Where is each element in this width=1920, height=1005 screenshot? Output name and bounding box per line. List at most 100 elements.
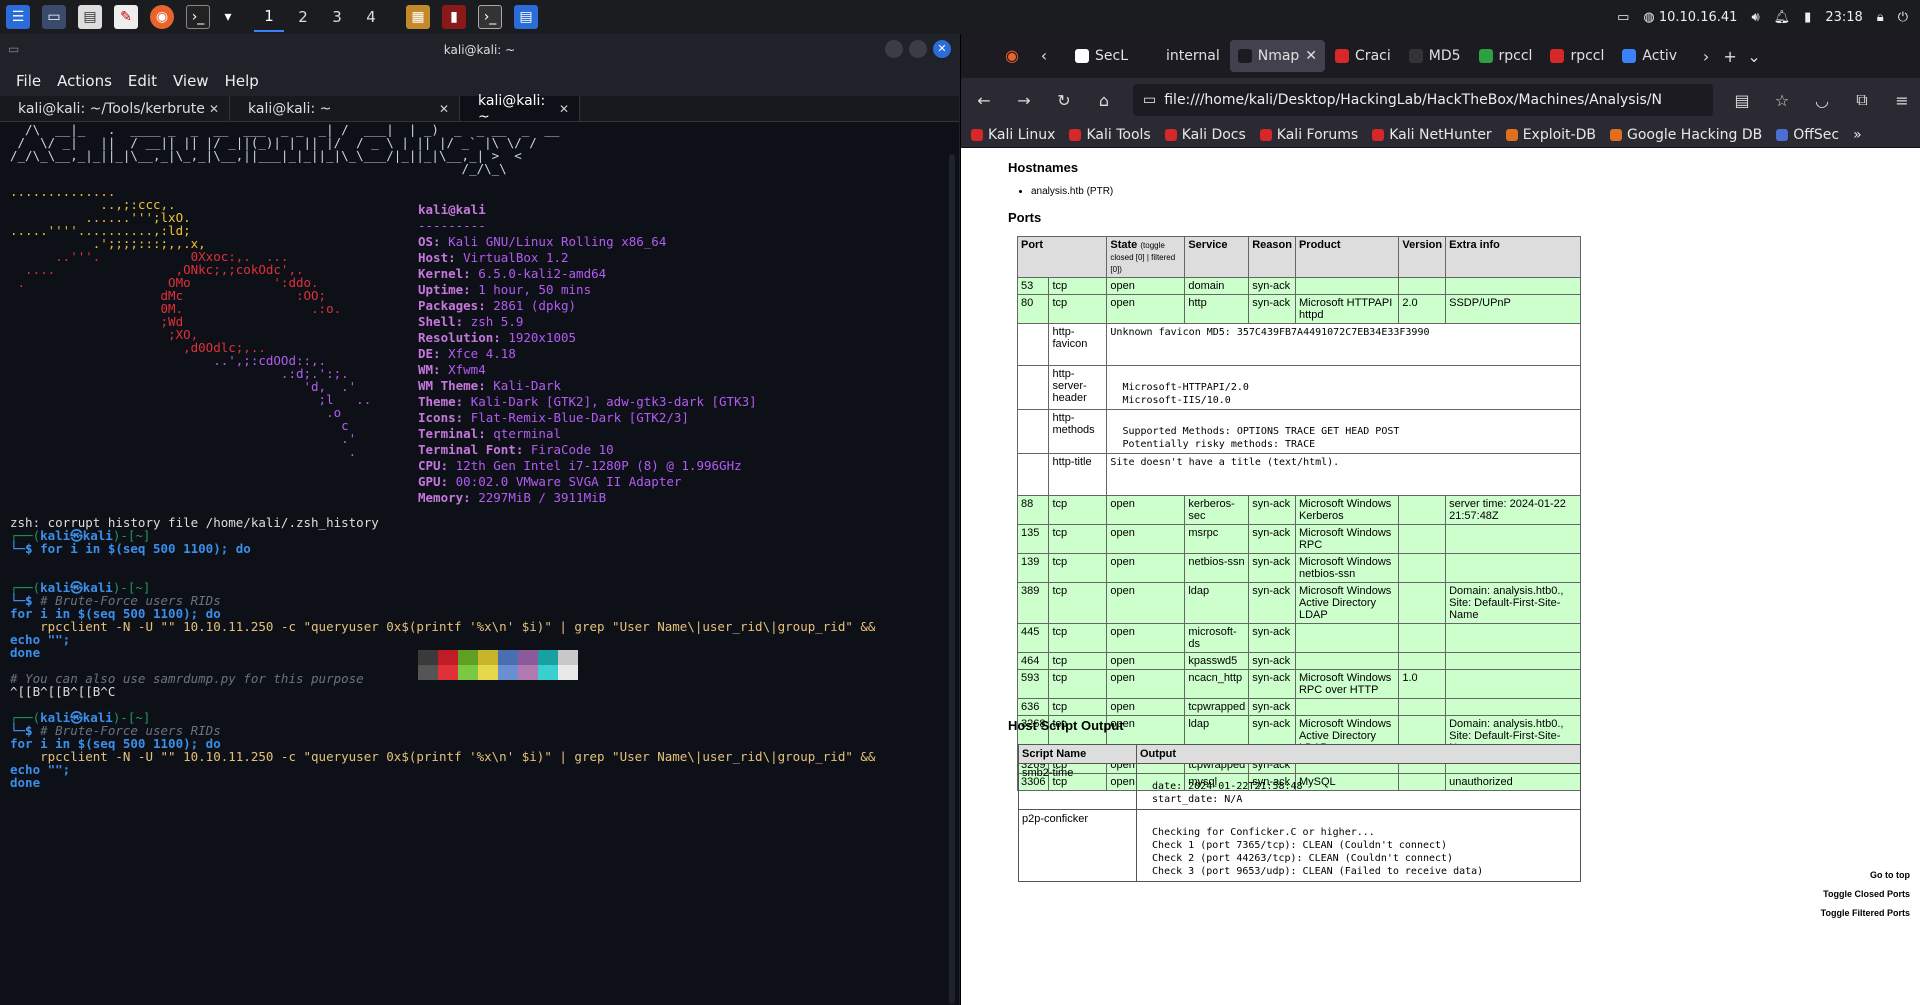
side-link[interactable]: Go to top — [1870, 870, 1910, 880]
bookmark-item[interactable]: Google Hacking DB — [1609, 127, 1762, 143]
firefox-launcher-icon[interactable]: ◉ — [150, 5, 174, 29]
neofetch-key: Packages: — [418, 298, 494, 313]
hamburger-menu-icon[interactable]: ≡ — [1891, 91, 1913, 110]
bookmark-favicon-icon — [1259, 128, 1272, 141]
neofetch-row: CPU: 12th Gen Intel i7-1280P (8) @ 1.996… — [418, 458, 742, 474]
chevron-down-icon[interactable]: ▾ — [222, 5, 234, 29]
workspace-2[interactable]: 2 — [288, 2, 318, 32]
browser-tab[interactable]: internal — [1138, 40, 1228, 72]
bookmark-item[interactable]: Kali Tools — [1069, 127, 1151, 143]
terminal-launcher-icon[interactable]: ›_ — [186, 5, 210, 29]
rpcclient-line: rpcclient -N -U "" 10.10.11.250 -c "quer… — [10, 619, 876, 634]
taskbar-app-icon[interactable]: ▦ — [406, 5, 430, 29]
table-header-row: Port State (toggle closed [0] | filtered … — [1016, 236, 1581, 278]
power-icon[interactable]: ⏻ — [1898, 10, 1908, 25]
terminal-tab[interactable]: kali@kali: ~ ✕ — [460, 93, 580, 125]
minimize-button[interactable] — [885, 40, 903, 58]
bookmark-item[interactable]: Kali NetHunter — [1372, 127, 1492, 143]
palette-swatch — [438, 650, 458, 680]
browser-tab[interactable]: SecL — [1067, 40, 1136, 72]
terminal-output[interactable]: /\ __|_ . ____ _ _ __ ___ _ _ _| / ___| … — [0, 122, 955, 1005]
side-link[interactable]: Toggle Closed Ports — [1823, 889, 1910, 899]
extensions-icon[interactable]: ⧉ — [1851, 90, 1873, 110]
bookmark-star-icon[interactable]: ☆ — [1771, 91, 1793, 110]
browser-tab[interactable]: MD5 — [1401, 40, 1469, 72]
terminal-tab[interactable]: kali@kali: ~ ✕ — [230, 96, 460, 121]
tab-close-icon[interactable]: ✕ — [1305, 48, 1317, 64]
cell-service: http — [1184, 294, 1250, 324]
neofetch-key: CPU: — [418, 458, 456, 473]
terminal-scrollbar[interactable] — [949, 154, 955, 1004]
tab-favicon-icon — [1408, 49, 1423, 63]
terminal-tab[interactable]: kali@kali: ~/Tools/kerbrute ✕ — [0, 96, 230, 121]
bookmarks-overflow-icon[interactable]: » — [1853, 127, 1862, 143]
browser-tab-label: internal — [1166, 48, 1220, 64]
volume-icon[interactable]: 🔊︎ — [1751, 10, 1759, 25]
back-icon[interactable]: ← — [973, 91, 995, 110]
tab-close-icon[interactable]: ✕ — [559, 102, 569, 116]
terminal-titlebar[interactable]: ▭ kali@kali: ~ ✕ — [0, 34, 959, 66]
new-tab-icon[interactable]: + — [1719, 47, 1741, 66]
bookmark-item[interactable]: Kali Docs — [1164, 127, 1246, 143]
bookmark-label: Exploit-DB — [1522, 126, 1596, 143]
page-info-icon[interactable]: ▭ — [1143, 92, 1156, 108]
bookmark-item[interactable]: Exploit-DB — [1505, 126, 1596, 143]
neofetch-value: 6.5.0-kali2-amd64 — [478, 266, 607, 281]
kali-menu-icon[interactable]: ☰ — [6, 5, 30, 29]
nmap-report[interactable]: Hostnames analysis.htb (PTR) Ports PortS… — [961, 148, 1920, 1005]
workspace-4[interactable]: 4 — [356, 2, 386, 32]
monitor-icon[interactable]: ▭ — [1617, 10, 1629, 25]
table-row: 88 tcp open kerberos-sec syn-ack Microsoft Wi… — [1016, 495, 1581, 525]
browser-tab[interactable]: rpccl — [1471, 40, 1541, 72]
forward-icon[interactable]: → — [1013, 91, 1035, 110]
menu-file[interactable]: File — [10, 72, 47, 90]
menu-actions[interactable]: Actions — [51, 72, 118, 90]
reload-icon[interactable]: ↻ — [1053, 91, 1075, 110]
taskbar-pdf-icon[interactable]: ▮ — [442, 5, 466, 29]
workspace-1[interactable]: 1 — [254, 2, 284, 32]
taskbar-terminal-icon[interactable]: ›_ — [478, 5, 502, 29]
notification-bell-icon[interactable]: 🔔︎ — [1774, 10, 1791, 25]
workspace-3[interactable]: 3 — [322, 2, 352, 32]
browser-tab[interactable]: Craci — [1327, 40, 1399, 72]
home-icon[interactable]: ⌂ — [1093, 91, 1115, 110]
url-bar[interactable]: ▭ file:///home/kali/Desktop/HackingLab/H… — [1133, 84, 1713, 116]
bookmark-item[interactable]: Kali Forums — [1259, 127, 1358, 143]
battery-icon[interactable]: ▮ — [1804, 10, 1811, 25]
neofetch-user-host: kali@kali — [418, 202, 486, 217]
palette-swatch — [458, 650, 478, 680]
reader-view-icon[interactable]: ▤ — [1731, 91, 1753, 110]
bookmark-item[interactable]: Kali Linux — [971, 127, 1055, 143]
file-manager-icon[interactable]: ▤ — [78, 5, 102, 29]
terminal-menubar: File Actions Edit View Help — [0, 66, 959, 96]
browser-tab[interactable]: rpccl — [1542, 40, 1612, 72]
network-icon[interactable]: ◍ 10.10.16.41 — [1643, 10, 1737, 25]
close-button[interactable]: ✕ — [933, 40, 951, 58]
clock[interactable]: 23:18 — [1825, 10, 1862, 25]
menu-view[interactable]: View — [167, 72, 215, 90]
menu-help[interactable]: Help — [219, 72, 265, 90]
maximize-button[interactable] — [909, 40, 927, 58]
tab-close-icon[interactable]: ✕ — [439, 102, 449, 116]
firefox-view-icon[interactable]: ◉ — [1001, 46, 1023, 65]
side-link[interactable]: Toggle Filtered Ports — [1821, 908, 1910, 918]
browser-tab[interactable]: Nmap ✕ — [1229, 40, 1326, 72]
tab-scroll-right-icon[interactable]: › — [1695, 47, 1717, 66]
pocket-icon[interactable]: ◡ — [1811, 91, 1833, 110]
text-editor-icon[interactable]: ✎ — [114, 5, 138, 29]
neofetch-value: Xfce 4.18 — [448, 346, 516, 361]
browser-tab[interactable]: Activ — [1614, 40, 1685, 72]
cell-service: ncacn_http — [1184, 669, 1250, 699]
lock-icon[interactable]: 🔒︎ — [1877, 10, 1884, 25]
show-desktop-icon[interactable]: ▭ — [42, 5, 66, 29]
tab-scroll-left-icon[interactable]: ‹ — [1033, 46, 1055, 65]
table-row: 593 tcp open ncacn_http syn-ack Microsoft Win… — [1016, 669, 1581, 699]
list-tabs-icon[interactable]: ⌄ — [1743, 47, 1765, 66]
command-text: for i in $(seq 500 1100); do — [32, 541, 251, 556]
tab-close-icon[interactable]: ✕ — [209, 102, 219, 116]
bookmark-item[interactable]: OffSec — [1776, 127, 1839, 143]
menu-edit[interactable]: Edit — [122, 72, 163, 90]
tab-favicon-icon — [1237, 49, 1252, 63]
taskbar-files-icon[interactable]: ▤ — [514, 5, 538, 29]
browser-tab-label: Craci — [1355, 48, 1391, 64]
